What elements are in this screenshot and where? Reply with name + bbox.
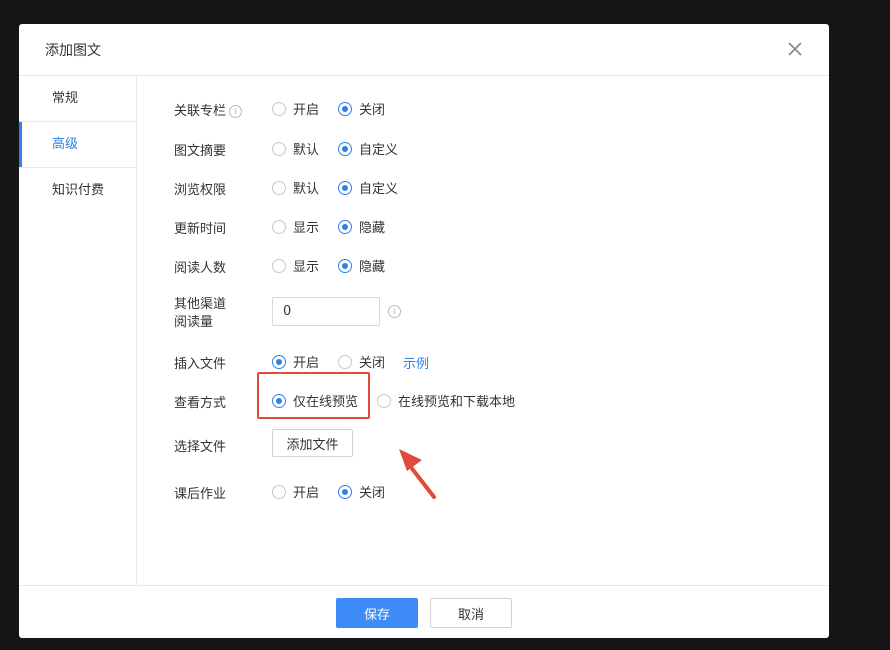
summary-label: 图文摘要 (174, 144, 227, 159)
option-text: 隐藏 (359, 260, 386, 275)
dialog-header: 添加图文 (19, 24, 829, 76)
choose-file-label: 选择文件 (174, 440, 227, 455)
option-text: 关闭 (359, 356, 386, 371)
option-text: 在线预览和下载本地 (398, 395, 516, 410)
radio-checked-icon (338, 484, 352, 499)
tab-paid-knowledge[interactable]: 知识付费 (19, 168, 136, 213)
advanced-settings-form: 关联专栏 i 开启 关闭 图文摘要 默认 自定义 浏览权限 默认 自定义 更新时间… (137, 76, 829, 585)
radio-checked-icon (338, 101, 352, 116)
label-line: 阅读量 (174, 315, 214, 330)
other-reads-label: 其他渠道 阅读量 (174, 296, 226, 332)
update-time-label: 更新时间 (174, 222, 227, 237)
radio-checked-icon (338, 258, 352, 273)
option-text: 开启 (293, 103, 320, 118)
dialog-title: 添加图文 (45, 43, 101, 59)
other-reads-input[interactable] (272, 297, 380, 326)
info-icon[interactable]: i (229, 105, 243, 118)
radio-icon (272, 219, 286, 234)
radio-icon (338, 354, 352, 369)
readers-hide-radio[interactable]: 隐藏 (338, 256, 385, 275)
tab-general[interactable]: 常规 (19, 76, 136, 122)
view-mode-label: 查看方式 (174, 396, 227, 411)
homework-label: 课后作业 (174, 487, 227, 502)
insert-file-on-radio[interactable]: 开启 (272, 352, 319, 371)
close-icon[interactable] (783, 37, 807, 61)
option-text: 默认 (293, 182, 320, 197)
option-text: 显示 (293, 221, 320, 236)
option-text: 开启 (293, 486, 320, 501)
tab-advanced[interactable]: 高级 (19, 122, 136, 168)
radio-icon (272, 141, 286, 156)
radio-checked-icon (338, 219, 352, 234)
option-text: 显示 (293, 260, 320, 275)
option-text: 开启 (293, 356, 320, 371)
tab-label: 知识付费 (52, 183, 105, 198)
radio-icon (377, 393, 391, 408)
tab-label: 高级 (52, 137, 79, 152)
option-text: 自定义 (359, 182, 399, 197)
info-icon[interactable]: i (388, 305, 401, 318)
radio-icon (272, 258, 286, 273)
link-column-off-radio[interactable]: 关闭 (338, 99, 385, 118)
homework-on-radio[interactable]: 开启 (272, 482, 319, 501)
permission-default-radio[interactable]: 默认 (272, 178, 319, 197)
link-column-on-radio[interactable]: 开启 (272, 99, 319, 118)
option-text: 关闭 (359, 486, 386, 501)
label-line: 其他渠道 (174, 297, 227, 312)
permission-custom-radio[interactable]: 自定义 (338, 178, 398, 197)
cancel-button[interactable]: 取消 (430, 598, 512, 628)
radio-icon (272, 180, 286, 195)
summary-default-radio[interactable]: 默认 (272, 139, 319, 158)
settings-sidebar: 常规 高级 知识付费 (19, 76, 137, 585)
summary-custom-radio[interactable]: 自定义 (338, 139, 398, 158)
annotation-arrow-icon (399, 449, 436, 499)
insert-file-off-radio[interactable]: 关闭 (338, 352, 385, 371)
tab-label: 常规 (52, 91, 79, 106)
permission-label: 浏览权限 (174, 183, 227, 198)
radio-icon (272, 484, 286, 499)
option-text: 自定义 (359, 143, 399, 158)
link-column-label: 关联专栏 i (174, 100, 243, 119)
option-text: 隐藏 (359, 221, 386, 236)
insert-file-label: 插入文件 (174, 357, 227, 372)
add-file-button[interactable]: 添加文件 (272, 429, 353, 457)
example-link[interactable]: 示例 (403, 353, 429, 372)
radio-checked-icon (338, 141, 352, 156)
radio-checked-icon (272, 354, 286, 369)
readers-label: 阅读人数 (174, 261, 227, 276)
homework-off-radio[interactable]: 关闭 (338, 482, 385, 501)
update-time-hide-radio[interactable]: 隐藏 (338, 217, 385, 236)
update-time-show-radio[interactable]: 显示 (272, 217, 319, 236)
save-button[interactable]: 保存 (336, 598, 418, 628)
option-text: 默认 (293, 143, 320, 158)
option-text: 关闭 (359, 103, 386, 118)
label-text: 关联专栏 (174, 104, 227, 119)
add-article-dialog: 添加图文 常规 高级 知识付费 关联专栏 i 开启 关闭 图文摘要 默认 自定义 … (19, 24, 829, 638)
view-mode-online-download-radio[interactable]: 在线预览和下载本地 (377, 391, 515, 410)
annotation-highlight-box (257, 372, 370, 419)
radio-icon (272, 101, 286, 116)
dialog-footer: 保存 取消 (19, 585, 829, 638)
readers-show-radio[interactable]: 显示 (272, 256, 319, 275)
radio-checked-icon (338, 180, 352, 195)
